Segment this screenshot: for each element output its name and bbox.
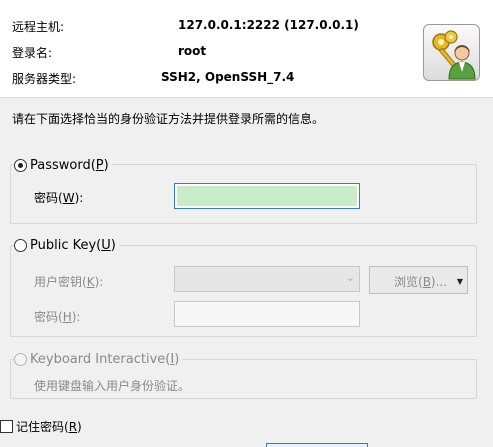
checkbox-box[interactable] xyxy=(0,420,13,433)
password-input[interactable] xyxy=(174,183,360,209)
passphrase-label: 密码(H): xyxy=(34,310,81,324)
radio-button[interactable] xyxy=(14,238,27,252)
instruction-text: 请在下面选择恰当的身份验证方法并提供登录所需的信息。 xyxy=(12,112,325,126)
password-field-label: 密码(W): xyxy=(34,191,84,205)
public-key-radio[interactable]: Public Key(U) xyxy=(14,237,119,253)
radio-button-disabled[interactable] xyxy=(14,352,27,366)
keys-user-icon xyxy=(423,24,480,81)
ok-button[interactable] xyxy=(266,443,368,447)
keyboard-interactive-label: Keyboard Interactive(I) xyxy=(30,351,180,367)
login-name-value: root xyxy=(178,44,207,58)
public-key-radio-label: Public Key(U) xyxy=(30,237,116,253)
remote-host-value: 127.0.0.1:2222 (127.0.0.1) xyxy=(178,18,359,32)
user-key-label: 用户密钥(K): xyxy=(34,275,104,289)
remote-host-label: 远程主机: xyxy=(12,20,65,34)
passphrase-input[interactable] xyxy=(174,301,360,327)
dropdown-arrow-icon[interactable]: ▼ xyxy=(457,277,463,286)
login-name-label: 登录名: xyxy=(12,46,53,60)
keyboard-interactive-radio[interactable]: Keyboard Interactive(I) xyxy=(14,351,183,367)
server-type-label: 服务器类型: xyxy=(12,72,77,86)
radio-button-checked[interactable] xyxy=(14,158,27,172)
browse-button-label: 浏览(B)... xyxy=(394,275,448,289)
chevron-down-icon: ⌄ xyxy=(345,271,355,284)
browse-button[interactable]: 浏览(B)... ▼ xyxy=(369,266,468,294)
connection-info-header: 远程主机: 127.0.0.1:2222 (127.0.0.1) 登录名: ro… xyxy=(0,0,493,98)
remember-password-checkbox[interactable]: 记住密码(R) xyxy=(0,418,82,435)
keyboard-interactive-description: 使用键盘输入用户身份验证。 xyxy=(34,379,191,393)
server-type-value: SSH2, OpenSSH_7.4 xyxy=(161,70,295,84)
password-radio[interactable]: Password(P) xyxy=(14,157,112,173)
user-key-dropdown[interactable]: ⌄ xyxy=(174,266,360,292)
password-radio-label: Password(P) xyxy=(30,157,109,173)
remember-password-label: 记住密码(R) xyxy=(16,420,82,434)
